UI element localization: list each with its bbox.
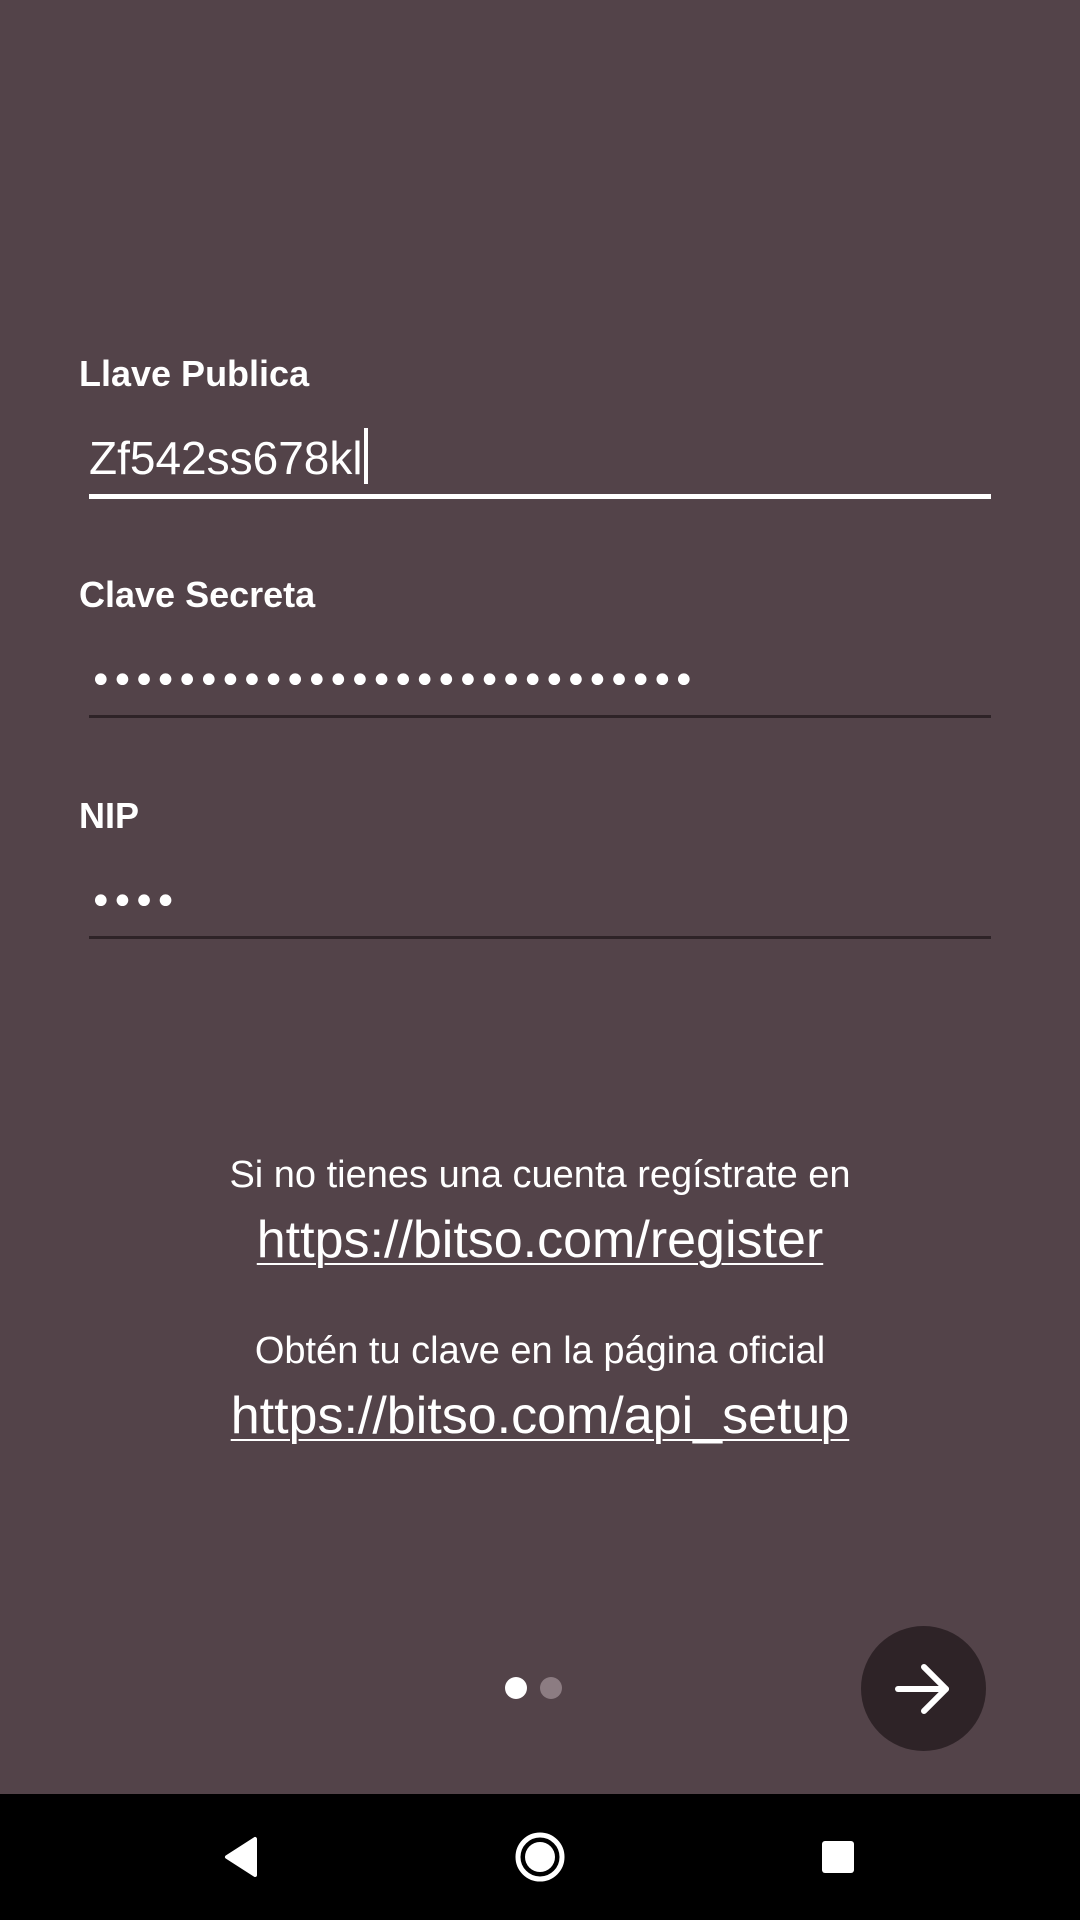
recents-square-icon	[822, 1841, 854, 1873]
register-info: Si no tienes una cuenta regístrate en ht…	[0, 1156, 1080, 1266]
api-setup-link[interactable]: https://bitso.com/api_setup	[231, 1390, 850, 1442]
next-button[interactable]	[861, 1626, 986, 1751]
login-screen: Llave Publica Zf542ss678kl Clave Secreta…	[0, 0, 1080, 1794]
pin-value: ••••	[89, 879, 177, 925]
api-text: Obtén tu clave en la página oficial	[254, 1330, 826, 1372]
secret-key-label: Clave Secreta	[79, 574, 316, 615]
public-key-text: Zf542ss678kl	[89, 432, 363, 484]
home-circle-icon	[515, 1832, 565, 1882]
api-info: Obtén tu clave en la página oficial http…	[0, 1332, 1080, 1442]
nav-recents-button[interactable]	[803, 1822, 873, 1892]
secret-key-value: ••••••••••••••••••••••••••••	[89, 658, 696, 704]
register-link[interactable]: https://bitso.com/register	[257, 1214, 823, 1266]
public-key-input[interactable]: Zf542ss678kl	[89, 422, 991, 499]
pin-label: NIP	[79, 795, 140, 836]
secret-key-input[interactable]: ••••••••••••••••••••••••••••	[89, 643, 991, 718]
page-dot-2	[540, 1677, 562, 1699]
register-text: Si no tienes una cuenta regístrate en	[229, 1154, 851, 1196]
system-navigation-bar	[0, 1794, 1080, 1920]
pin-input[interactable]: ••••	[89, 864, 991, 939]
public-key-value: Zf542ss678kl	[89, 428, 368, 484]
public-key-label: Llave Publica	[79, 353, 310, 394]
arrow-right-icon	[894, 1663, 949, 1714]
page-indicator	[505, 1677, 562, 1699]
back-triangle-icon	[225, 1837, 257, 1877]
nav-home-button[interactable]	[505, 1822, 575, 1892]
page-dot-1	[505, 1677, 527, 1699]
nav-back-button[interactable]	[206, 1822, 276, 1892]
text-cursor	[363, 428, 368, 484]
